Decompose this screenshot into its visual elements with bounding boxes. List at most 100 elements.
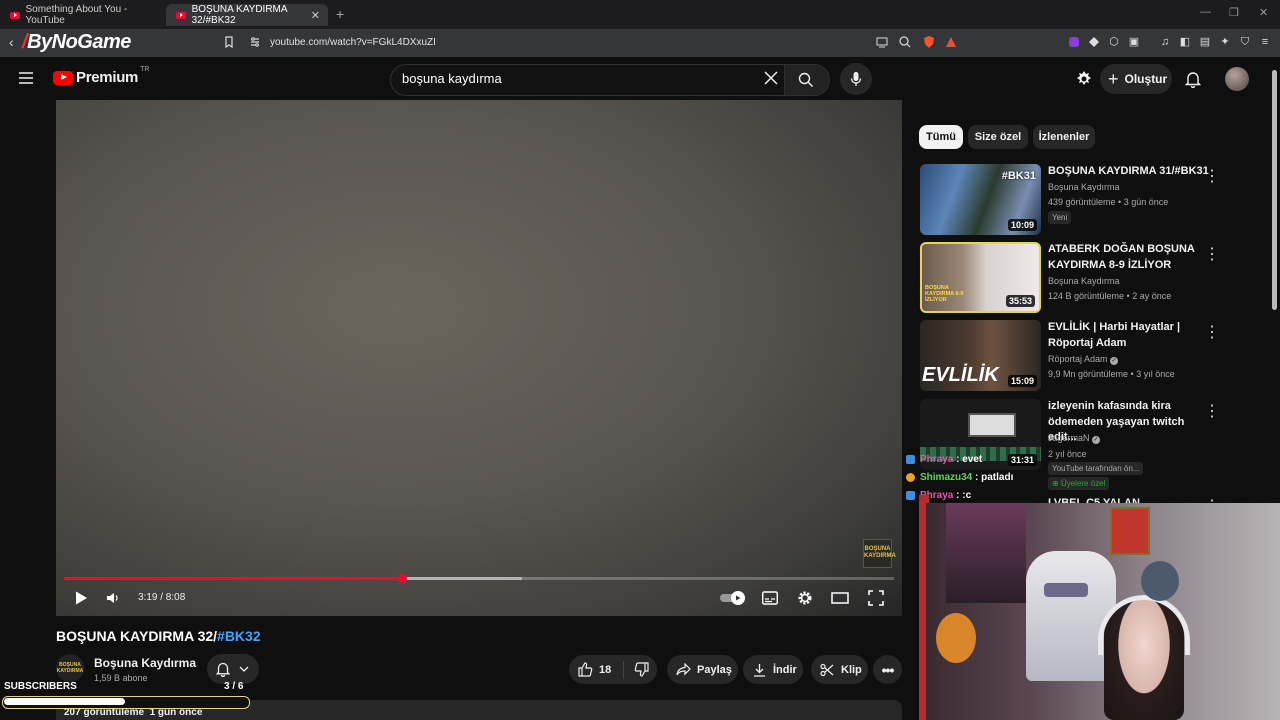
video-title: BOŞUNA KAYDIRMA 32/#BK32	[56, 628, 261, 644]
plus-icon: +	[1108, 68, 1119, 89]
cast-icon[interactable]	[875, 35, 889, 49]
download-button[interactable]: İndir	[743, 655, 803, 684]
settings-button[interactable]	[797, 590, 813, 606]
recommendation-title[interactable]: BOŞUNA KAYDIRMA 31/#BK31	[1048, 164, 1213, 180]
extension-diamond-icon[interactable]	[1087, 35, 1101, 49]
youtube-premium-logo[interactable]: Premium TR	[53, 66, 149, 86]
brave-shield-icon[interactable]	[922, 35, 936, 49]
scissors-icon	[820, 663, 834, 676]
webcam-overlay	[926, 503, 1280, 720]
more-actions-button[interactable]: •••	[873, 655, 902, 684]
leo-ai-icon[interactable]: ✦	[1218, 35, 1232, 49]
chat-platform-icon	[906, 473, 915, 482]
url-text[interactable]: youtube.com/watch?v=FGkL4DXxuZI	[270, 37, 436, 48]
back-arrow-icon[interactable]: ‹	[9, 34, 14, 50]
recommendation-channel[interactable]: JagermaN ✓	[1048, 433, 1101, 444]
chat-platform-icon	[906, 455, 915, 464]
video-thumbnail[interactable]: BOŞUNA KAYDIRMA 8-9 İZLİYOR 35:53	[920, 242, 1041, 313]
video-player[interactable]	[56, 100, 902, 616]
subtitles-button[interactable]	[762, 591, 778, 605]
thumbs-down-icon	[634, 662, 649, 677]
channel-avatar[interactable]: BOŞUNA KAYDIRMA	[56, 654, 84, 682]
subscription-bell-button[interactable]	[207, 654, 259, 684]
chip-watched[interactable]: İzlenenler	[1033, 125, 1095, 149]
chat-message: Phraya : :c	[906, 490, 971, 501]
site-info-icon[interactable]	[248, 35, 262, 49]
verified-check-icon: ✓	[1110, 357, 1119, 365]
youtube-favicon-icon	[176, 11, 186, 19]
channel-name[interactable]: Boşuna Kaydırma	[94, 656, 196, 670]
new-tab-icon[interactable]: +	[336, 6, 344, 22]
video-duration: 31:31	[1007, 454, 1037, 466]
fullscreen-icon	[868, 590, 884, 606]
recommendation-title[interactable]: ATABERK DOĞAN BOŞUNA KAYDIRMA 8-9 İZLİYO…	[1048, 242, 1213, 273]
extension-box-icon[interactable]: ▣	[1127, 35, 1141, 49]
more-vertical-icon[interactable]: ⋮	[1204, 166, 1220, 186]
hashtag-link[interactable]: #BK32	[217, 628, 261, 644]
recommendation-channel[interactable]: Röportaj Adam ✓	[1048, 354, 1119, 365]
video-thumbnail[interactable]: #BK31 10:09	[920, 164, 1041, 235]
more-horizontal-icon: •••	[881, 661, 895, 678]
cast-to-tv-icon[interactable]	[1075, 70, 1093, 88]
minimize-icon[interactable]: —	[1200, 6, 1211, 18]
media-controls-icon[interactable]: ♫	[1158, 35, 1172, 49]
share-button[interactable]: Paylaş	[667, 655, 738, 684]
wallet-icon[interactable]: ▤	[1198, 35, 1212, 49]
recommendation-item[interactable]: EVLİLİK 15:09 EVLİLİK | Harbi Hayatlar |…	[920, 320, 1220, 394]
autoplay-toggle-icon	[720, 591, 745, 605]
video-duration: 15:09	[1007, 375, 1037, 387]
thumbnail-text: EVLİLİK	[922, 364, 999, 386]
clear-search-icon[interactable]	[763, 70, 779, 86]
chip-all[interactable]: Tümü	[919, 125, 963, 149]
create-button[interactable]: + Oluştur	[1100, 64, 1172, 94]
chat-message: Phraya : evet	[906, 454, 982, 465]
vpn-icon[interactable]: ⛉	[1238, 35, 1252, 49]
like-button[interactable]	[578, 662, 593, 677]
more-vertical-icon[interactable]: ⋮	[1204, 244, 1220, 264]
close-window-icon[interactable]: ✕	[1259, 6, 1268, 19]
sidebar-toggle-icon[interactable]: ◧	[1178, 35, 1192, 49]
youtube-favicon-icon	[10, 11, 20, 19]
notifications-bell-icon[interactable]	[1185, 70, 1201, 88]
recommendation-title[interactable]: EVLİLİK | Harbi Hayatlar | Röportaj Adam	[1048, 320, 1213, 351]
close-tab-icon[interactable]: ✕	[311, 9, 320, 22]
more-vertical-icon[interactable]: ⋮	[1204, 401, 1220, 421]
fullscreen-button[interactable]	[868, 590, 884, 606]
play-button[interactable]	[73, 590, 89, 606]
search-button[interactable]	[784, 64, 830, 96]
theater-mode-button[interactable]	[831, 591, 849, 605]
video-thumbnail[interactable]: EVLİLİK 15:09	[920, 320, 1041, 391]
chip-for-you[interactable]: Size özel	[968, 125, 1028, 149]
scrollbar-thumb[interactable]	[1272, 70, 1277, 310]
mute-button[interactable]	[106, 591, 120, 605]
rewards-icon[interactable]	[944, 35, 958, 49]
extension-purple-icon[interactable]	[1067, 35, 1081, 49]
recommendation-stats: 2 yıl önce	[1048, 449, 1087, 459]
autoplay-toggle[interactable]	[720, 591, 746, 605]
restore-icon[interactable]: ❐	[1229, 6, 1239, 19]
recommendation-channel[interactable]: Boşuna Kaydırma	[1048, 276, 1120, 286]
bookmark-icon[interactable]	[222, 35, 236, 49]
recommendation-item[interactable]: #BK31 10:09 BOŞUNA KAYDIRMA 31/#BK31 Boş…	[920, 164, 1220, 238]
recommendation-channel[interactable]: Boşuna Kaydırma	[1048, 182, 1120, 192]
extension-puzzle-icon[interactable]: ⬡	[1107, 35, 1121, 49]
search-input[interactable]: boşuna kaydırma	[402, 71, 502, 86]
browser-tab-active[interactable]: BOŞUNA KAYDIRMA 32/#BK32 ✕	[166, 4, 328, 26]
zoom-icon[interactable]	[898, 35, 912, 49]
account-avatar[interactable]	[1225, 67, 1249, 91]
hamburger-menu-icon[interactable]	[18, 71, 34, 85]
browser-menu-icon[interactable]: ≡	[1258, 35, 1272, 49]
voice-search-button[interactable]	[840, 63, 872, 95]
recommendation-item[interactable]: BOŞUNA KAYDIRMA 8-9 İZLİYOR 35:53 ATABER…	[920, 242, 1220, 316]
subtitles-icon	[762, 591, 778, 605]
dislike-button[interactable]	[634, 662, 649, 677]
chevron-down-icon	[239, 666, 249, 672]
thumbnail-text: #BK31	[1001, 170, 1036, 182]
progress-bar-played	[64, 577, 403, 580]
verified-check-icon: ✓	[1092, 436, 1101, 444]
bell-icon	[216, 662, 230, 677]
more-vertical-icon[interactable]: ⋮	[1204, 322, 1220, 342]
clip-button[interactable]: Klip	[811, 655, 868, 684]
browser-tab-something-about-you[interactable]: Something About You - YouTube	[0, 4, 162, 26]
chat-message: Shimazu34 : patladı	[906, 472, 1013, 483]
